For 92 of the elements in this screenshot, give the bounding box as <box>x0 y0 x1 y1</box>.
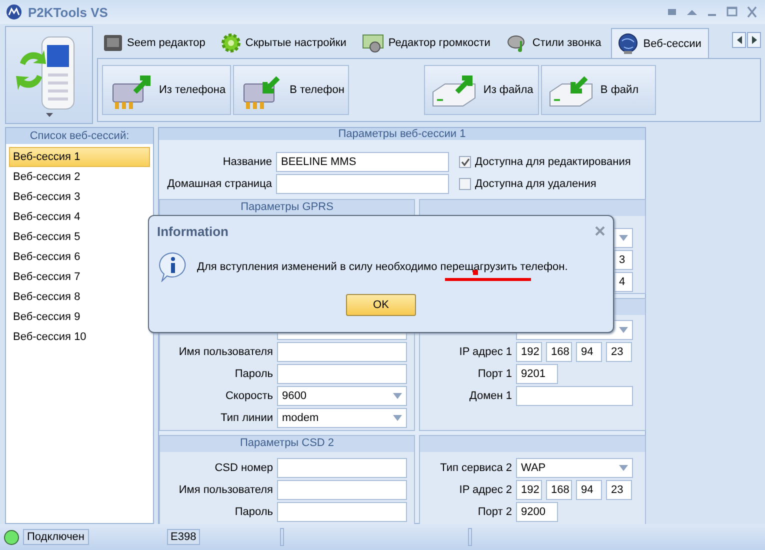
scroll-right-button[interactable] <box>747 32 761 48</box>
ip-octet-field[interactable]: 23 <box>606 342 632 362</box>
ip-octet-field[interactable]: 192 <box>516 480 542 500</box>
session-list-item[interactable]: Веб-сессия 2 <box>9 167 150 187</box>
close-icon[interactable] <box>595 226 605 236</box>
checkbox-label: Доступна для редактирования <box>475 156 631 168</box>
session-list-item[interactable]: Веб-сессия 4 <box>9 207 150 227</box>
field-label: Название <box>222 156 272 168</box>
port-field[interactable]: 9200 <box>516 502 558 522</box>
dropdown-arrow-icon[interactable] <box>619 465 628 471</box>
text-field[interactable] <box>277 502 407 522</box>
window-title: P2KTools VS <box>28 4 109 20</box>
dropdown-field[interactable]: WAP <box>516 458 633 478</box>
arrow-left-icon <box>736 36 742 44</box>
session-list-item[interactable]: Веб-сессия 6 <box>9 247 150 267</box>
field-label: Тип сервиса 2 <box>439 462 512 474</box>
checkbox-label: Доступна для удаления <box>475 178 596 190</box>
text-field[interactable]: BEELINE MMS <box>276 152 449 172</box>
ok-button[interactable]: OK <box>346 294 416 316</box>
field-label: CSD номер <box>214 462 273 474</box>
chip-icon <box>103 34 123 52</box>
number-field[interactable]: 3 <box>614 250 633 270</box>
tab[interactable]: Веб-сессии <box>611 28 710 58</box>
panel-header: Параметры GPRS <box>160 200 414 216</box>
scroll-left-button[interactable] <box>732 32 746 48</box>
field-label: Имя пользователя <box>178 484 273 496</box>
ip-octet-field[interactable]: 94 <box>576 480 602 500</box>
dropdown-field[interactable]: 9600 <box>277 386 407 406</box>
field-label: Порт 2 <box>476 506 512 518</box>
tab[interactable]: Скрытые настройки <box>215 28 354 58</box>
list-header: Список веб-сессий: <box>6 128 153 144</box>
dialog-message: Для вступления изменений в силу необходимо перещагрузить телефон. <box>197 261 568 273</box>
field-label: IP адрес 1 <box>458 346 512 358</box>
dialog-title: Information <box>157 224 228 238</box>
text-field[interactable] <box>276 174 449 194</box>
session-list-item[interactable]: Веб-сессия 10 <box>9 327 150 347</box>
session-list-item[interactable]: Веб-сессия 1 <box>9 147 150 167</box>
ip-octet-field[interactable]: 168 <box>546 480 572 500</box>
tab[interactable]: Стили звонка <box>500 28 610 58</box>
dropdown-arrow-icon <box>46 113 52 117</box>
menu-icon[interactable] <box>665 6 679 18</box>
gear-icon <box>221 33 242 53</box>
model-text: E398 <box>166 529 200 545</box>
ip-octet-field[interactable]: 23 <box>606 480 632 500</box>
ribbon-button[interactable]: В телефон <box>232 65 350 115</box>
ip-octet-field[interactable]: 192 <box>516 342 542 362</box>
app-logo-icon <box>6 4 22 20</box>
dropdown-arrow-icon[interactable] <box>393 415 402 421</box>
panel-header: Параметры CSD 2 <box>160 436 414 452</box>
ribbon-button[interactable]: Из файла <box>424 65 540 115</box>
field-label: Домашная страница <box>166 178 272 190</box>
checkbox[interactable] <box>459 156 471 168</box>
tab[interactable]: Seem редактор <box>97 28 214 58</box>
text-field[interactable] <box>277 342 407 362</box>
session-list-item[interactable]: Веб-сессия 9 <box>9 307 150 327</box>
field-label: Тип линии <box>220 412 273 424</box>
text-field[interactable] <box>277 458 407 478</box>
session-list-item[interactable]: Веб-сессия 3 <box>9 187 150 207</box>
dropdown-arrow-icon[interactable] <box>619 235 628 241</box>
text-field[interactable] <box>277 480 407 500</box>
tab[interactable]: Редактор громкости <box>356 28 498 58</box>
status-text: Подключен <box>23 529 88 545</box>
globe-icon <box>617 32 640 54</box>
field-label: Домен 1 <box>468 390 512 402</box>
dropdown-field[interactable]: modem <box>277 408 407 428</box>
field-label: Пароль <box>234 506 273 518</box>
arrow-right-icon <box>752 36 756 44</box>
port-field[interactable]: 9201 <box>516 364 558 384</box>
panel-header: Параметры веб-сессии 1 <box>159 128 645 140</box>
close-icon[interactable] <box>745 6 759 18</box>
field-label: Пароль <box>234 368 273 380</box>
maximize-icon[interactable] <box>725 6 739 18</box>
field-label: Скорость <box>224 390 273 402</box>
field-label: Порт 1 <box>476 368 512 380</box>
ribbon-button[interactable]: Из телефона <box>102 65 231 115</box>
info-icon <box>159 252 187 282</box>
session-list-item[interactable]: Веб-сессия 8 <box>9 287 150 307</box>
session-list-item[interactable]: Веб-сессия 5 <box>9 227 150 247</box>
text-field[interactable] <box>277 364 407 384</box>
dropdown-arrow-icon[interactable] <box>393 393 402 399</box>
field-label: Имя пользователя <box>178 346 273 358</box>
speaker-icon <box>362 33 384 53</box>
session-list-item[interactable]: Веб-сессия 7 <box>9 267 150 287</box>
checkbox[interactable] <box>459 178 471 190</box>
ribbon-button[interactable]: В файл <box>541 65 656 115</box>
text-field[interactable] <box>516 386 633 406</box>
ip-octet-field[interactable]: 168 <box>546 342 572 362</box>
number-field[interactable]: 4 <box>614 272 633 292</box>
dropdown-arrow-icon[interactable] <box>619 327 628 333</box>
ip-octet-field[interactable]: 94 <box>576 342 602 362</box>
phone-menu-button[interactable] <box>5 26 93 124</box>
field-label: IP адрес 2 <box>458 484 512 496</box>
